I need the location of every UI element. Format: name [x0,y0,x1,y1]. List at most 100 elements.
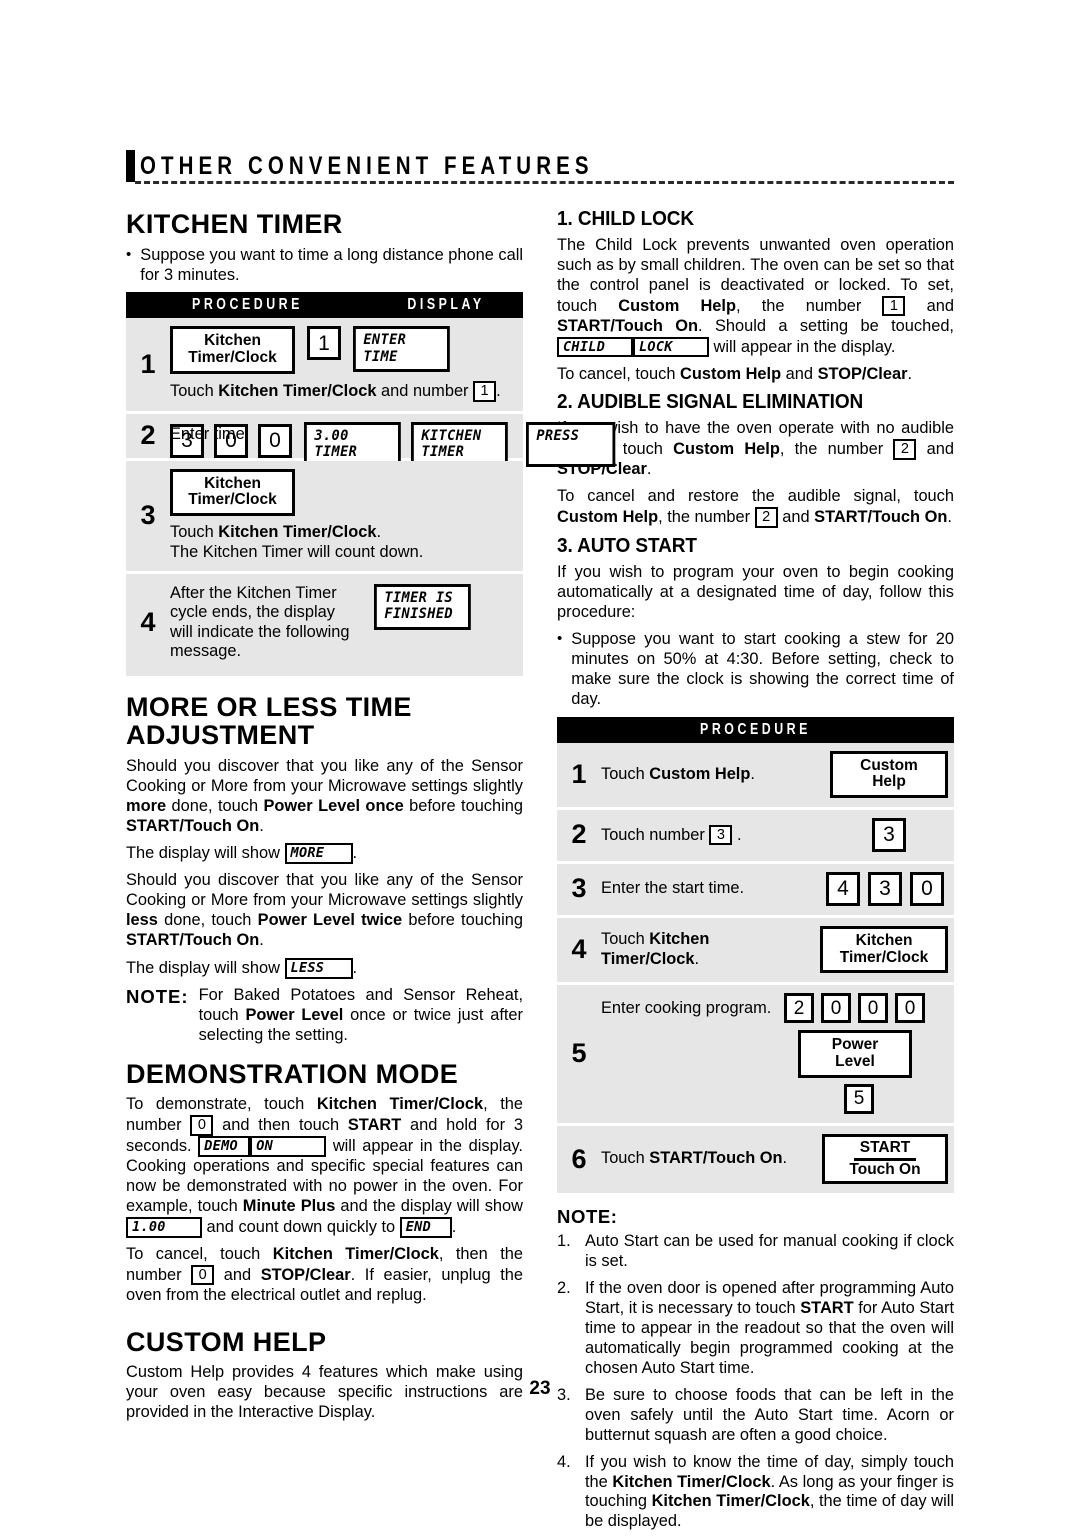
auto-start-bullet-text: Suppose you want to start cooking a stew… [571,629,954,708]
step-content: Touch START/Touch On. START Touch On [601,1133,954,1185]
lcd-line-1: KITCHEN [421,427,482,444]
step-keys-and-display: Kitchen Timer/Clock [170,468,517,517]
lcd-timer-is-finished: TIMER IS FINISHED [374,584,471,630]
auto-start-bullet: • Suppose you want to start cooking a st… [557,630,954,710]
as2-post: . [732,825,742,844]
demo-t9: and the display will show [335,1196,523,1215]
step-text: After the Kitchen Timer cycle ends, the … [170,584,350,661]
demo-t1: To demonstrate, touch [126,1095,317,1114]
audible-signal-heading: 2. AUDIBLE SIGNAL ELIMINATION [557,391,864,414]
list-item: 2. If the oven door is opened after prog… [557,1279,954,1379]
power-level-button[interactable]: Power Level [798,1030,912,1078]
caption-bold: Kitchen Timer/Clock [218,523,377,542]
ml-p1-c: done, touch [166,796,264,815]
au-t3: , the number [779,440,894,459]
cl-cancel-mid: and [781,364,818,383]
number-key-2[interactable]: 2 [784,993,814,1024]
show1-pre: The display will show [126,844,285,863]
more-less-note: NOTE: For Baked Potatoes and Sensor Rehe… [126,986,523,1046]
kitchen-timer-clock-button[interactable]: Kitchen Timer/Clock [170,468,295,517]
demo-t11: . [451,1217,457,1236]
as4-post: . [694,949,700,968]
cl-cancel-b1: Custom Help [680,364,782,383]
kitchen-timer-heading: KITCHEN TIMER [126,209,343,239]
au-c4: and [777,508,815,527]
lcd-line-1: TIMER IS [384,590,454,607]
power-level-area: Power Level [601,1030,948,1078]
au-c5: START/Touch On [814,508,948,527]
number-key-3[interactable]: 3 [872,817,906,852]
kitchen-timer-clock-button[interactable]: Kitchen Timer/Clock [170,326,295,374]
step-text-and-key: Touch START/Touch On. START Touch On [601,1133,948,1185]
number-key-0-a[interactable]: 0 [821,993,851,1024]
note-number: 4. [557,1452,571,1471]
button-line-2: Timer/Clock [188,491,277,509]
custom-help-heading: CUSTOM HELP [126,1326,327,1357]
inline-number-key-0: 0 [190,1115,214,1136]
bullet-dot-icon: • [557,629,563,647]
number-key-0-b[interactable]: 0 [258,423,292,458]
step-content: Touch Kitchen Timer/Clock. Kitchen Timer… [601,925,954,974]
demo-mode-heading: DEMONSTRATION MODE [126,1058,459,1089]
step-text: Touch Kitchen Timer/Clock. [601,930,808,969]
step-number: 6 [571,1143,587,1174]
cl-t6: . Should a setting be touched, [698,316,954,335]
power-level-value-area: 5 [601,1083,948,1114]
demo-t5: START [347,1116,402,1135]
step-text-and-keys: Enter the start time. 4 3 0 [601,871,948,906]
note-text: If the oven door is opened after program… [585,1279,954,1379]
number-key-5[interactable]: 5 [844,1083,874,1114]
table-row: 1 Kitchen Timer/Clock 1 ENTER TIME Touch… [126,318,523,414]
number-key-0[interactable]: 0 [910,871,944,906]
cl-t2: Custom Help [618,296,736,315]
caption-bold: Kitchen Timer/Clock [218,381,377,400]
step-number: 3 [140,499,156,530]
au-c2: Custom Help [557,508,659,527]
lcd-line-1: 3.00 [314,427,349,444]
step-content: Enter cooking program. 2 0 0 0 Power Lev… [601,993,954,1114]
number-key-4[interactable]: 4 [826,871,860,906]
as6-post: . [782,1149,788,1168]
lcd-lock: LOCK [633,336,709,358]
ml-p1-g: . [259,816,264,835]
number-key-0-c[interactable]: 0 [895,993,925,1024]
lcd-end: END [399,1216,452,1238]
au-t2: Custom Help [673,440,780,459]
kitchen-timer-clock-button[interactable]: Kitchen Timer/Clock [820,925,948,974]
note-number: 1. [557,1232,571,1251]
note-b: Power Level [245,1005,344,1024]
au-t4: and [916,440,955,459]
note-text: For Baked Potatoes and Sensor Reheat, to… [199,986,523,1046]
table-row: 5 Enter cooking program. 2 0 0 0 Power L… [557,985,954,1126]
number-key-3[interactable]: 3 [868,871,902,906]
note-number: 2. [557,1279,571,1298]
number-key-group: 4 3 0 [822,871,948,906]
as1-post: . [750,764,755,783]
button-line-1: Power [831,1036,879,1054]
button-line-1: START [853,1139,917,1161]
start-touch-on-button[interactable]: START Touch On [822,1133,948,1185]
chapter-header: OTHER CONVENIENT FEATURES [126,150,954,190]
lcd-line-2: TIME [363,348,398,365]
inline-number-key-3: 3 [709,824,733,846]
button-line-2: Help [872,773,906,791]
more-less-heading: MORE OR LESS TIME ADJUSTMENT [126,691,412,751]
custom-help-button[interactable]: Custom Help [830,750,948,798]
number-key-0-b[interactable]: 0 [858,993,888,1024]
button-line-1: Kitchen [204,332,261,350]
demo-t8: Minute Plus [242,1196,336,1215]
demo-t16: STOP/Clear [260,1265,351,1284]
cl-cancel-pre: To cancel, touch [557,364,681,383]
number-key-1[interactable]: 1 [307,326,341,361]
auto-start-intro: If you wish to program your oven to begi… [557,563,954,621]
list-item: 4. If you wish to know the time of day, … [557,1453,954,1533]
step-keys-and-display: Kitchen Timer/Clock 1 ENTER TIME [170,326,517,374]
table-row: 3 Enter the start time. 4 3 0 [557,863,954,918]
step-text-and-key: Touch number 3 . 3 [601,817,948,852]
key-area: 3 [830,817,948,852]
child-lock-paragraph: The Child Lock prevents unwanted oven op… [557,236,954,358]
ml-p2-f: START/Touch On [126,931,260,950]
audible-paragraph-2: To cancel and restore the audible signal… [557,487,954,528]
as1-bold: Custom Help [649,764,751,783]
step-number: 5 [571,1038,587,1069]
